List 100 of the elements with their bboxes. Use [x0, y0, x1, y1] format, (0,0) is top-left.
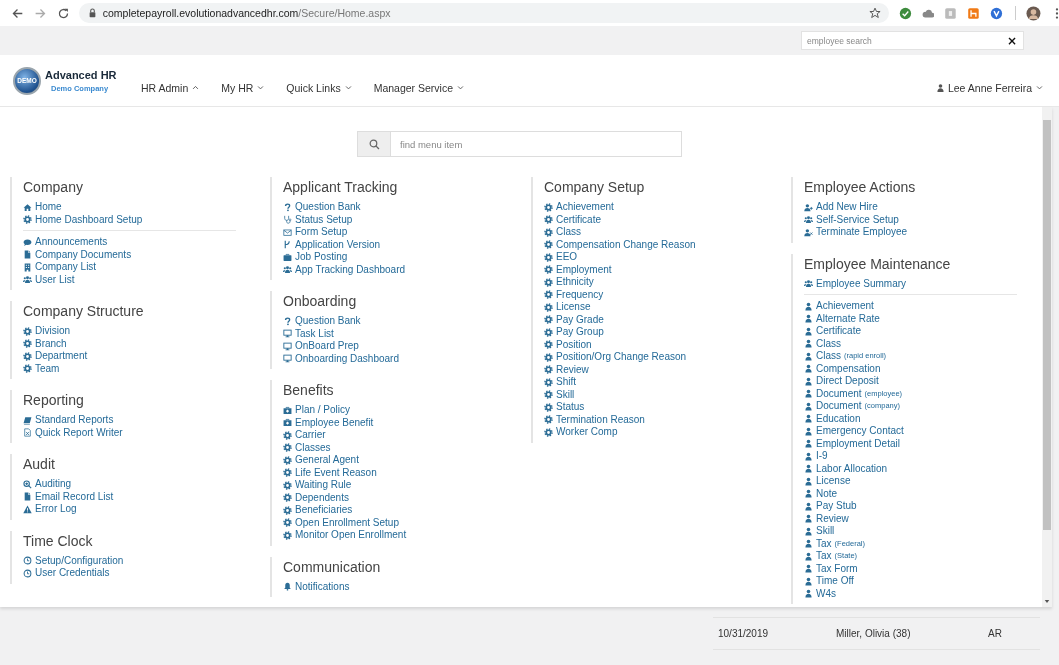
menu-link[interactable]: Onboarding Dashboard	[283, 352, 531, 365]
menu-link[interactable]: App Tracking Dashboard	[283, 263, 531, 276]
menu-link[interactable]: Department	[23, 350, 270, 363]
menu-link[interactable]: Waiting Rule	[283, 479, 531, 492]
menu-link[interactable]: Dependents	[283, 491, 531, 504]
nav-menu[interactable]: My HR	[221, 81, 265, 94]
menu-link[interactable]: General Agent	[283, 454, 531, 467]
menu-link[interactable]: Employee Summary	[804, 277, 1041, 290]
menu-link[interactable]: Terminate Employee	[804, 226, 1041, 239]
menu-link[interactable]: Note	[804, 487, 1041, 500]
menu-link[interactable]: OnBoard Prep	[283, 340, 531, 353]
menu-link[interactable]: Notifications	[283, 580, 531, 593]
menu-link[interactable]: W4s	[804, 587, 1041, 600]
menu-link[interactable]: Certificate	[544, 213, 791, 226]
menu-link[interactable]: Worker Comp	[544, 426, 791, 439]
menu-link[interactable]: Life Event Reason	[283, 466, 531, 479]
menu-link[interactable]: Employment Detail	[804, 437, 1041, 450]
nav-menu[interactable]: Quick Links	[286, 81, 352, 94]
menu-link[interactable]: License	[804, 475, 1041, 488]
menu-link[interactable]: Alternate Rate	[804, 312, 1041, 325]
menu-link[interactable]: Skill	[804, 525, 1041, 538]
back-icon[interactable]	[11, 6, 24, 20]
menu-link[interactable]: Review	[804, 512, 1041, 525]
menu-link[interactable]: Class	[544, 226, 791, 239]
check-circle-icon[interactable]	[898, 6, 912, 20]
extension-icon[interactable]	[967, 6, 981, 20]
menu-link[interactable]: Direct Deposit	[804, 375, 1041, 388]
menu-link[interactable]: Compensation Change Reason	[544, 238, 791, 251]
menu-link[interactable]: Pay Stub	[804, 500, 1041, 513]
menu-link[interactable]: I-9	[804, 450, 1041, 463]
menu-link[interactable]: User Credentials	[23, 567, 270, 580]
menu-link[interactable]: Team	[23, 362, 270, 375]
menu-link[interactable]: Company List	[23, 261, 270, 274]
nav-menu[interactable]: Manager Service	[373, 81, 464, 94]
menu-link[interactable]: Certificate	[804, 325, 1041, 338]
menu-link[interactable]: Home	[23, 201, 270, 214]
menu-link[interactable]: Shift	[544, 376, 791, 389]
menu-link[interactable]: Position	[544, 338, 791, 351]
star-icon[interactable]	[868, 7, 881, 19]
menu-link[interactable]: License	[544, 301, 791, 314]
user-menu[interactable]: Lee Anne Ferreira	[935, 81, 1043, 94]
menu-link[interactable]: Open Enrollment Setup	[283, 516, 531, 529]
menu-link[interactable]: Self-Service Setup	[804, 213, 1041, 226]
menu-link[interactable]: Tax Form	[804, 562, 1041, 575]
menu-link[interactable]: EEO	[544, 251, 791, 264]
menu-link[interactable]: Add New Hire	[804, 201, 1041, 214]
menu-search-field[interactable]: find menu item	[391, 131, 682, 157]
menu-link[interactable]: Job Posting	[283, 251, 531, 264]
menu-link[interactable]: Branch	[23, 337, 270, 350]
menu-link[interactable]: Employment	[544, 263, 791, 276]
menu-link[interactable]: Achievement	[804, 300, 1041, 313]
menu-icon[interactable]	[1055, 6, 1059, 20]
menu-link[interactable]: Standard Reports	[23, 414, 270, 427]
scrollbar[interactable]	[1042, 107, 1052, 607]
menu-link[interactable]: Frequency	[544, 288, 791, 301]
menu-link[interactable]: Error Log	[23, 503, 270, 516]
menu-link[interactable]: Company Documents	[23, 248, 270, 261]
menu-link[interactable]: User List	[23, 273, 270, 286]
menu-link[interactable]: Task List	[283, 327, 531, 340]
menu-link[interactable]: Application Version	[283, 238, 531, 251]
menu-link[interactable]: Position/Org Change Reason	[544, 351, 791, 364]
menu-link[interactable]: Emergency Contact	[804, 425, 1041, 438]
menu-link[interactable]: Carrier	[283, 429, 531, 442]
menu-link[interactable]: Division	[23, 325, 270, 338]
menu-link[interactable]: Status	[544, 401, 791, 414]
menu-link[interactable]: Employee Benefit	[283, 416, 531, 429]
menu-link[interactable]: Announcements	[23, 236, 270, 249]
reload-icon[interactable]	[56, 6, 70, 20]
menu-link[interactable]: Compensation	[804, 362, 1041, 375]
menu-link[interactable]: Skill	[544, 388, 791, 401]
menu-link[interactable]: Review	[544, 363, 791, 376]
menu-link[interactable]: Question Bank	[283, 201, 531, 214]
menu-link[interactable]: Labor Allocation	[804, 462, 1041, 475]
menu-link[interactable]: Pay Group	[544, 326, 791, 339]
menu-link[interactable]: Email Record List	[23, 490, 270, 503]
nav-menu[interactable]: HR Admin	[141, 81, 200, 94]
menu-link[interactable]: Beneficiaries	[283, 504, 531, 517]
menu-link[interactable]: Home Dashboard Setup	[23, 213, 270, 226]
scroll-down-icon[interactable]	[1044, 599, 1050, 604]
extension-icon[interactable]	[990, 6, 1004, 20]
menu-link[interactable]: Plan / Policy	[283, 404, 531, 417]
menu-link[interactable]: Status Setup	[283, 213, 531, 226]
menu-link[interactable]: Achievement	[544, 201, 791, 214]
avatar-icon[interactable]	[1026, 5, 1042, 21]
menu-link[interactable]: Setup/Configuration	[23, 554, 270, 567]
menu-link[interactable]: Classes	[283, 441, 531, 454]
address-bar[interactable]: completepayroll.evolutionadvancedhr.com/Secure/Home.aspx	[78, 3, 889, 23]
menu-link[interactable]: Pay Grade	[544, 313, 791, 326]
menu-link[interactable]: Form Setup	[283, 226, 531, 239]
search-button[interactable]	[357, 131, 391, 157]
menu-link[interactable]: Class	[804, 337, 1041, 350]
employee-search-field[interactable]: employee search ×	[801, 31, 1024, 50]
menu-link[interactable]: Time Off	[804, 575, 1041, 588]
menu-link[interactable]: Termination Reason	[544, 413, 791, 426]
menu-link[interactable]: Quick Report Writer	[23, 426, 270, 439]
menu-link[interactable]: Question Bank	[283, 315, 531, 328]
menu-link[interactable]: Education	[804, 412, 1041, 425]
menu-link[interactable]: Monitor Open Enrollment	[283, 529, 531, 542]
clear-button[interactable]: ×	[1000, 32, 1023, 49]
menu-link[interactable]: Auditing	[23, 478, 270, 491]
